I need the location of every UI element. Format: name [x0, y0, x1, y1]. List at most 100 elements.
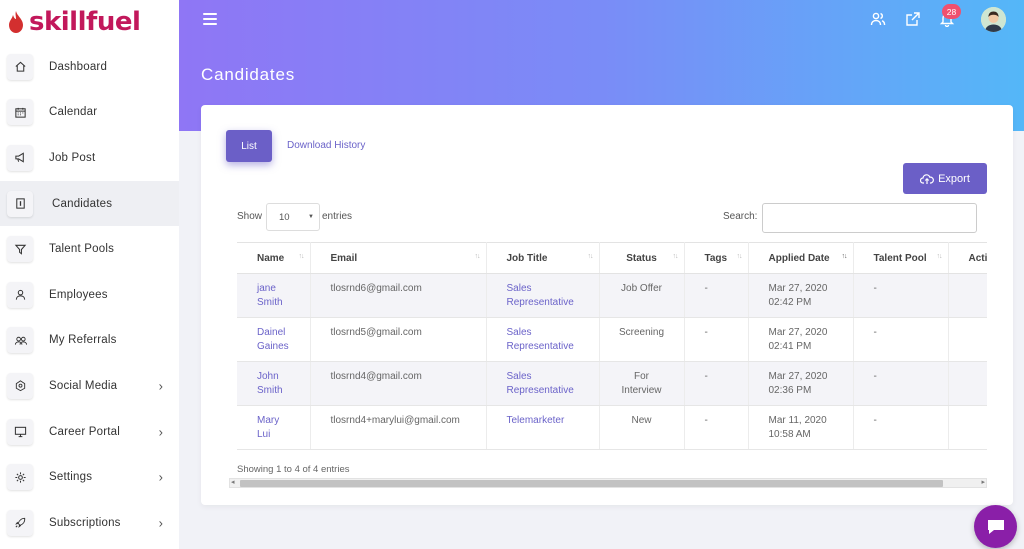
scroll-left-icon[interactable]: ◂: [231, 478, 235, 486]
column-header[interactable]: Name ↑↓: [237, 242, 311, 274]
sidebar-item-my-referrals[interactable]: My Referrals: [0, 318, 179, 364]
candidates-card: List Download History Export Show 10 ▼ e…: [201, 105, 1013, 505]
sidebar-item-label: Dashboard: [49, 60, 108, 73]
export-button[interactable]: Export: [903, 163, 987, 194]
home-icon: [7, 53, 33, 80]
tags-cell: -: [684, 405, 749, 450]
job-title-link[interactable]: Telemarketer: [486, 405, 600, 450]
sidebar-item-employees[interactable]: Employees: [0, 272, 179, 318]
table-row[interactable]: Dainel Gaines tlosrnd5@gmail.com Sales Repre…: [237, 317, 987, 362]
column-header-label: Acti: [968, 252, 988, 264]
status-cell: Screening: [599, 317, 685, 362]
sidebar-item-settings[interactable]: Settings ›: [0, 454, 179, 500]
cell-text: Sales: [506, 327, 532, 338]
sort-icon: ↑↓: [587, 253, 594, 260]
search-input[interactable]: [762, 203, 977, 233]
talent-pool-cell: -: [853, 405, 949, 450]
column-header-label: Email: [330, 252, 358, 264]
email-cell: tlosrnd6@gmail.com: [310, 273, 487, 318]
chat-button[interactable]: [974, 505, 1017, 548]
column-header[interactable]: Acti: [948, 242, 988, 274]
sidebar-item-social-media[interactable]: Social Media ›: [0, 363, 179, 409]
cell-text: 02:36 PM: [768, 385, 812, 396]
table-row[interactable]: Mary Lui tlosrnd4+marylui@gmail.com Telemar…: [237, 405, 987, 450]
cell-text: Sales: [506, 283, 532, 294]
brand-name: skillfuel: [29, 7, 141, 37]
tab-list[interactable]: List: [226, 130, 272, 162]
gear-icon: [7, 464, 33, 491]
candidate-name-link[interactable]: Mary Lui: [237, 405, 311, 450]
cell-text: Telemarketer: [506, 415, 565, 426]
sort-icon: ↑↓: [474, 253, 481, 260]
candidate-name-link[interactable]: jane Smith: [237, 273, 311, 318]
logo[interactable]: skillfuel: [0, 0, 179, 44]
megaphone-icon: [7, 144, 33, 171]
external-link-icon[interactable]: [905, 11, 921, 27]
status-cell: New: [599, 405, 685, 450]
menu-toggle-icon[interactable]: [203, 13, 217, 25]
sort-icon: ↑↓: [298, 253, 305, 260]
column-header-label: Tags: [704, 252, 728, 264]
column-header[interactable]: Talent Pool ↑↓: [853, 242, 949, 274]
tab-download-history[interactable]: Download History: [287, 140, 365, 151]
sidebar-item-calendar[interactable]: Calendar: [0, 90, 179, 136]
column-header[interactable]: Tags ↑↓: [684, 242, 749, 274]
chat-icon: [987, 519, 1004, 534]
sidebar-item-label: Candidates: [52, 197, 113, 210]
users-icon[interactable]: [870, 11, 886, 27]
sidebar-item-subscriptions[interactable]: Subscriptions ›: [0, 500, 179, 546]
sidebar-item-label: My Referrals: [49, 334, 117, 347]
sidebar-item-dashboard[interactable]: Dashboard: [0, 44, 179, 90]
cell-text: Mar 11, 2020: [768, 415, 827, 426]
column-header[interactable]: Job Title ↑↓: [486, 242, 600, 274]
status-cell: For Interview: [599, 361, 685, 406]
candidate-name-link[interactable]: Dainel Gaines: [237, 317, 311, 362]
email-cell: tlosrnd5@gmail.com: [310, 317, 487, 362]
cell-text: Smith: [257, 297, 283, 308]
scroll-right-icon[interactable]: ▸: [981, 478, 985, 486]
actions-cell: [948, 361, 987, 406]
avatar[interactable]: [981, 7, 1006, 32]
user-icon: [7, 281, 33, 308]
applied-date-cell: Mar 27, 2020 02:41 PM: [748, 317, 854, 362]
email-cell: tlosrnd4@gmail.com: [310, 361, 487, 406]
cell-text: Screening: [618, 327, 665, 338]
candidate-name-link[interactable]: John Smith: [237, 361, 311, 406]
cell-text: 10:58 AM: [768, 429, 811, 440]
cell-text: jane: [257, 283, 276, 294]
sidebar-item-career-portal[interactable]: Career Portal ›: [0, 409, 179, 455]
sidebar-item-label: Job Post: [49, 151, 96, 164]
candidates-icon: [7, 190, 33, 217]
actions-cell: [948, 405, 987, 450]
job-title-link[interactable]: Sales Representative: [486, 317, 600, 362]
cell-text: John: [257, 371, 279, 382]
table-header-row: Name ↑↓ Email ↑↓ Job Title ↑↓ Status ↑↓ Tags ↑↓ Ap…: [237, 242, 988, 274]
candidates-table: Name ↑↓ Email ↑↓ Job Title ↑↓ Status ↑↓ Tags ↑↓ Ap…: [237, 242, 987, 450]
table-row[interactable]: John Smith tlosrnd4@gmail.com Sales Represen…: [237, 361, 987, 406]
column-header[interactable]: Applied Date ↑↓: [748, 242, 854, 274]
job-title-link[interactable]: Sales Representative: [486, 273, 600, 318]
sidebar-item-label: Employees: [49, 288, 108, 301]
tags-cell: -: [684, 273, 749, 318]
column-header-label: Applied Date: [768, 252, 830, 264]
table-row[interactable]: jane Smith tlosrnd6@gmail.com Sales Represen…: [237, 273, 987, 318]
column-header[interactable]: Email ↑↓: [310, 242, 487, 274]
show-label: Show: [237, 211, 263, 222]
cell-text: Interview: [621, 385, 662, 396]
column-header[interactable]: Status ↑↓: [599, 242, 685, 274]
horizontal-scrollbar[interactable]: ◂ ▸: [229, 478, 987, 488]
sidebar-item-talent-pools[interactable]: Talent Pools: [0, 226, 179, 272]
sidebar-item-job-post[interactable]: Job Post: [0, 135, 179, 181]
email-cell: tlosrnd4+marylui@gmail.com: [310, 405, 487, 450]
sidebar-item-candidates[interactable]: Candidates: [0, 180, 179, 227]
status-cell: Job Offer: [599, 273, 685, 318]
applied-date-cell: Mar 27, 2020 02:36 PM: [748, 361, 854, 406]
scrollbar-thumb[interactable]: [240, 480, 943, 487]
entries-select[interactable]: 10 ▼: [266, 203, 320, 231]
cell-text: Mary: [257, 415, 280, 426]
cell-text: Representative: [506, 297, 574, 308]
filter-icon: [7, 236, 33, 263]
job-title-link[interactable]: Sales Representative: [486, 361, 600, 406]
sidebar-item-label: Talent Pools: [49, 243, 115, 256]
cell-text: Sales: [506, 371, 532, 382]
